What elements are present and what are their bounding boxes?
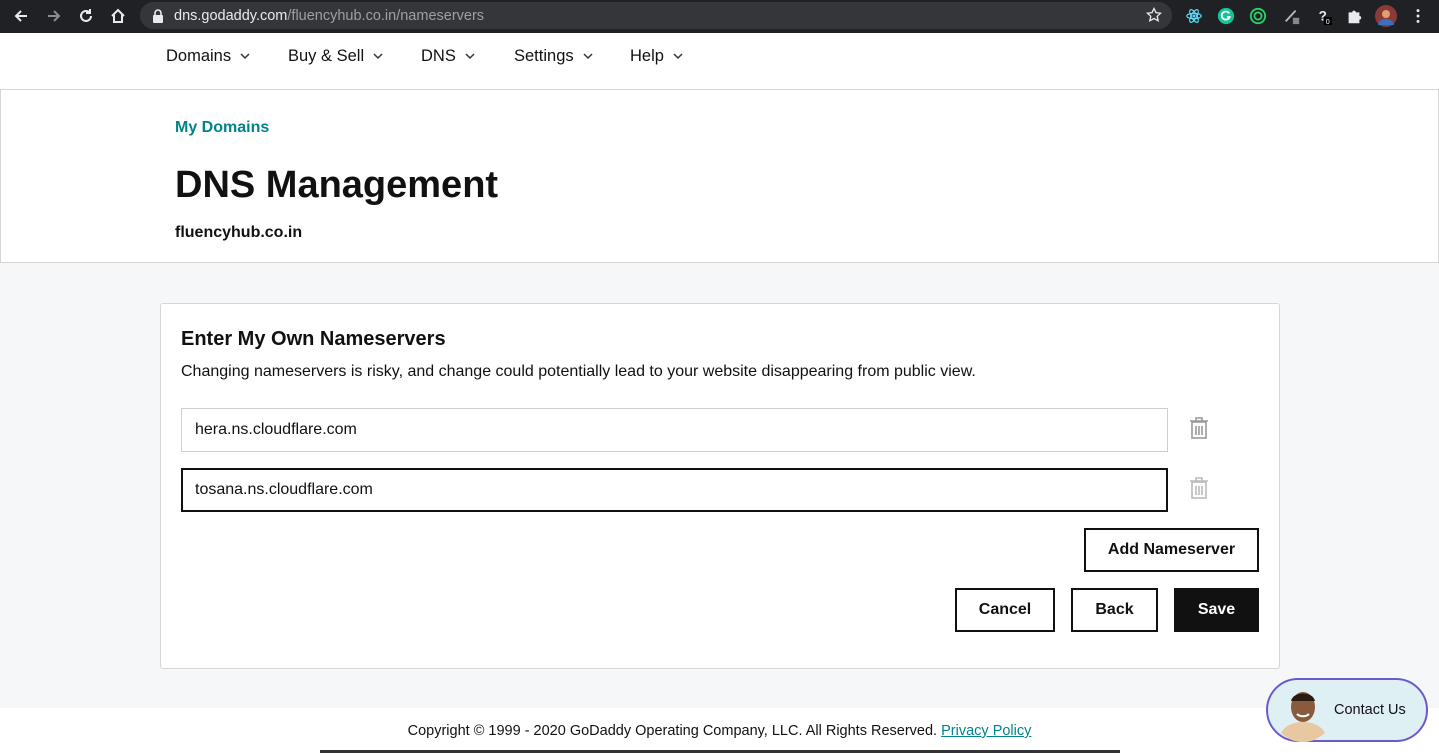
back-button[interactable]: Back	[1071, 588, 1158, 632]
nav-help[interactable]: Help	[630, 47, 683, 66]
back-arrow-icon[interactable]	[5, 1, 37, 31]
delete-trash-icon[interactable]	[1190, 417, 1208, 439]
chevron-down-icon	[465, 53, 475, 60]
chevron-down-icon	[673, 53, 683, 60]
browser-menu-icon[interactable]	[1407, 5, 1429, 27]
url-text: dns.godaddy.com/fluencyhub.co.in/nameser…	[174, 7, 485, 24]
nav-label: Settings	[514, 47, 574, 65]
nav-dns[interactable]: DNS	[421, 47, 475, 66]
nav-label: DNS	[421, 47, 456, 65]
extensions-puzzle-icon[interactable]	[1343, 5, 1365, 27]
help-extension-icon[interactable]: ? 0	[1313, 5, 1335, 27]
nav-label: Domains	[166, 47, 232, 65]
breadcrumb-my-domains[interactable]: My Domains	[175, 119, 269, 137]
browser-toolbar: dns.godaddy.com/fluencyhub.co.in/nameser…	[0, 0, 1439, 33]
card-title: Enter My Own Nameservers	[181, 328, 446, 350]
page-header: My Domains DNS Management fluencyhub.co.…	[0, 90, 1439, 263]
pen-extension-icon[interactable]	[1281, 5, 1303, 27]
nav-domains[interactable]: Domains	[166, 47, 250, 66]
bookmark-star-icon[interactable]	[1146, 7, 1162, 23]
chevron-down-icon	[240, 53, 250, 60]
delete-trash-icon[interactable]	[1190, 477, 1208, 499]
privacy-policy-link[interactable]: Privacy Policy	[941, 723, 1031, 739]
page-title: DNS Management	[175, 164, 499, 206]
profile-avatar-icon[interactable]	[1375, 5, 1397, 27]
forward-arrow-icon[interactable]	[38, 1, 70, 31]
grammarly-icon[interactable]	[1215, 5, 1237, 27]
cancel-button[interactable]: Cancel	[955, 588, 1055, 632]
home-icon[interactable]	[102, 1, 134, 31]
chevron-down-icon	[583, 53, 593, 60]
lock-icon	[153, 8, 163, 23]
nameserver-input-2[interactable]	[181, 468, 1168, 512]
contact-us-widget[interactable]: Contact Us	[1266, 678, 1428, 742]
support-agent-avatar	[1272, 680, 1334, 742]
svg-text:0: 0	[1326, 17, 1330, 25]
reload-icon[interactable]	[70, 1, 102, 31]
domain-name: fluencyhub.co.in	[175, 224, 303, 241]
copyright-text: Copyright © 1999 - 2020 GoDaddy Operatin…	[407, 723, 938, 739]
contact-us-label: Contact Us	[1334, 702, 1406, 718]
nav-label: Help	[630, 47, 664, 65]
nameserver-input-1[interactable]	[181, 408, 1168, 452]
card-description: Changing nameservers is risky, and chang…	[181, 363, 976, 380]
nameservers-card: Enter My Own Nameservers Changing namese…	[160, 303, 1280, 669]
address-bar[interactable]: dns.godaddy.com/fluencyhub.co.in/nameser…	[140, 2, 1172, 29]
page-footer: Copyright © 1999 - 2020 GoDaddy Operatin…	[0, 708, 1439, 753]
nav-settings[interactable]: Settings	[514, 47, 593, 66]
save-button[interactable]: Save	[1174, 588, 1259, 632]
nav-buy-sell[interactable]: Buy & Sell	[288, 47, 383, 66]
add-nameserver-button[interactable]: Add Nameserver	[1084, 528, 1259, 572]
nav-label: Buy & Sell	[288, 47, 365, 65]
top-navigation: Domains Buy & Sell DNS Settings Help	[0, 33, 1439, 90]
chevron-down-icon	[373, 53, 383, 60]
react-devtools-icon[interactable]	[1183, 5, 1205, 27]
target-extension-icon[interactable]	[1247, 5, 1269, 27]
